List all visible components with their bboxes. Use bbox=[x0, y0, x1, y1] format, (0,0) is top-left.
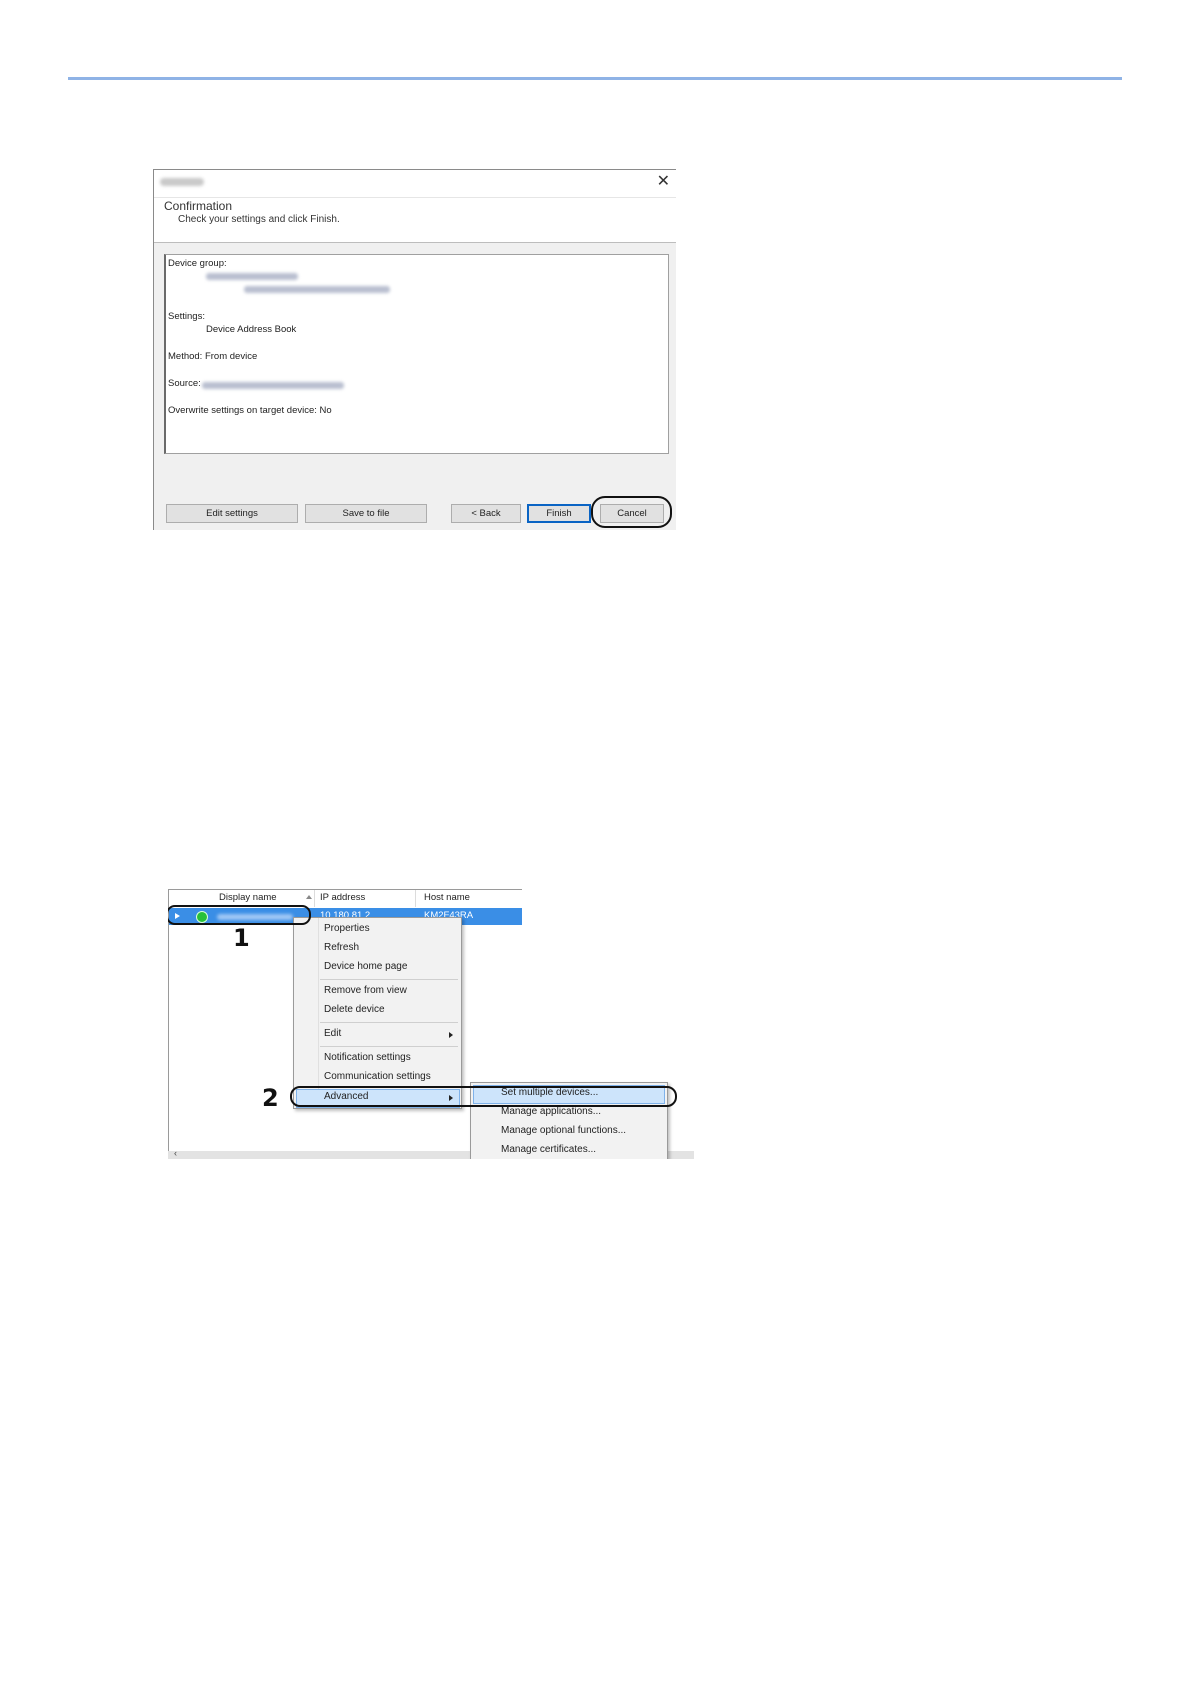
source-redacted bbox=[202, 382, 344, 389]
callout-ring-2 bbox=[290, 1086, 677, 1107]
settings-summary-box: Device group: Settings: Device Address B… bbox=[164, 254, 669, 454]
menu-item-notification-settings[interactable]: Notification settings bbox=[324, 1052, 411, 1063]
overwrite-line: Overwrite settings on target device: No bbox=[168, 405, 332, 416]
menu-item-remove-from-view[interactable]: Remove from view bbox=[324, 985, 407, 996]
dialog-heading: Confirmation bbox=[164, 199, 233, 213]
column-display-name[interactable]: Display name bbox=[219, 892, 277, 903]
column-ip-address[interactable]: IP address bbox=[320, 892, 365, 903]
dialog-subheading: Check your settings and click Finish. bbox=[178, 214, 340, 225]
source-label: Source: bbox=[168, 378, 201, 389]
submenu-item-manage-applications[interactable]: Manage applications... bbox=[501, 1106, 601, 1117]
close-icon[interactable]: ✕ bbox=[657, 172, 670, 192]
cancel-highlight-ring bbox=[591, 496, 672, 528]
menu-item-communication-settings[interactable]: Communication settings bbox=[324, 1071, 431, 1082]
menu-separator bbox=[320, 1046, 458, 1047]
dialog-title-redacted bbox=[160, 178, 204, 186]
column-divider bbox=[415, 890, 416, 907]
method-line: Method: From device bbox=[168, 351, 258, 362]
callout-ring-1 bbox=[168, 905, 311, 925]
context-menu: Properties Refresh Device home page Remo… bbox=[293, 917, 462, 1109]
menu-item-refresh[interactable]: Refresh bbox=[324, 942, 359, 953]
menu-item-edit[interactable]: Edit bbox=[324, 1028, 341, 1039]
menu-separator bbox=[320, 1022, 458, 1023]
menu-item-device-home-page[interactable]: Device home page bbox=[324, 961, 407, 972]
menu-icon-gutter bbox=[318, 918, 319, 1108]
settings-value: Device Address Book bbox=[206, 324, 297, 335]
menu-item-delete-device[interactable]: Delete device bbox=[324, 1004, 385, 1015]
menu-separator bbox=[320, 979, 458, 980]
page-top-rule bbox=[68, 77, 1122, 80]
save-to-file-button[interactable]: Save to file bbox=[305, 504, 427, 523]
edit-settings-button[interactable]: Edit settings bbox=[166, 504, 298, 523]
column-host-name[interactable]: Host name bbox=[424, 892, 470, 903]
title-bar-divider bbox=[154, 197, 676, 198]
settings-label: Settings: bbox=[168, 311, 205, 322]
callout-number-1: 1 bbox=[233, 924, 250, 952]
callout-number-2: 2 bbox=[262, 1084, 279, 1112]
scroll-left-icon[interactable]: ‹ bbox=[174, 1148, 177, 1158]
device-name-redacted bbox=[244, 286, 390, 293]
device-group-redacted bbox=[206, 273, 298, 280]
submenu-item-manage-certificates[interactable]: Manage certificates... bbox=[501, 1144, 596, 1155]
finish-button[interactable]: Finish bbox=[527, 504, 591, 523]
sort-ascending-icon bbox=[306, 895, 312, 899]
back-button[interactable]: < Back bbox=[451, 504, 521, 523]
confirmation-dialog: ✕ Confirmation Check your settings and c… bbox=[153, 169, 676, 530]
submenu-arrow-icon bbox=[449, 1032, 453, 1038]
column-divider bbox=[314, 890, 315, 907]
menu-item-properties[interactable]: Properties bbox=[324, 923, 370, 934]
submenu-item-manage-optional-functions[interactable]: Manage optional functions... bbox=[501, 1125, 626, 1136]
device-group-label: Device group: bbox=[168, 258, 227, 269]
